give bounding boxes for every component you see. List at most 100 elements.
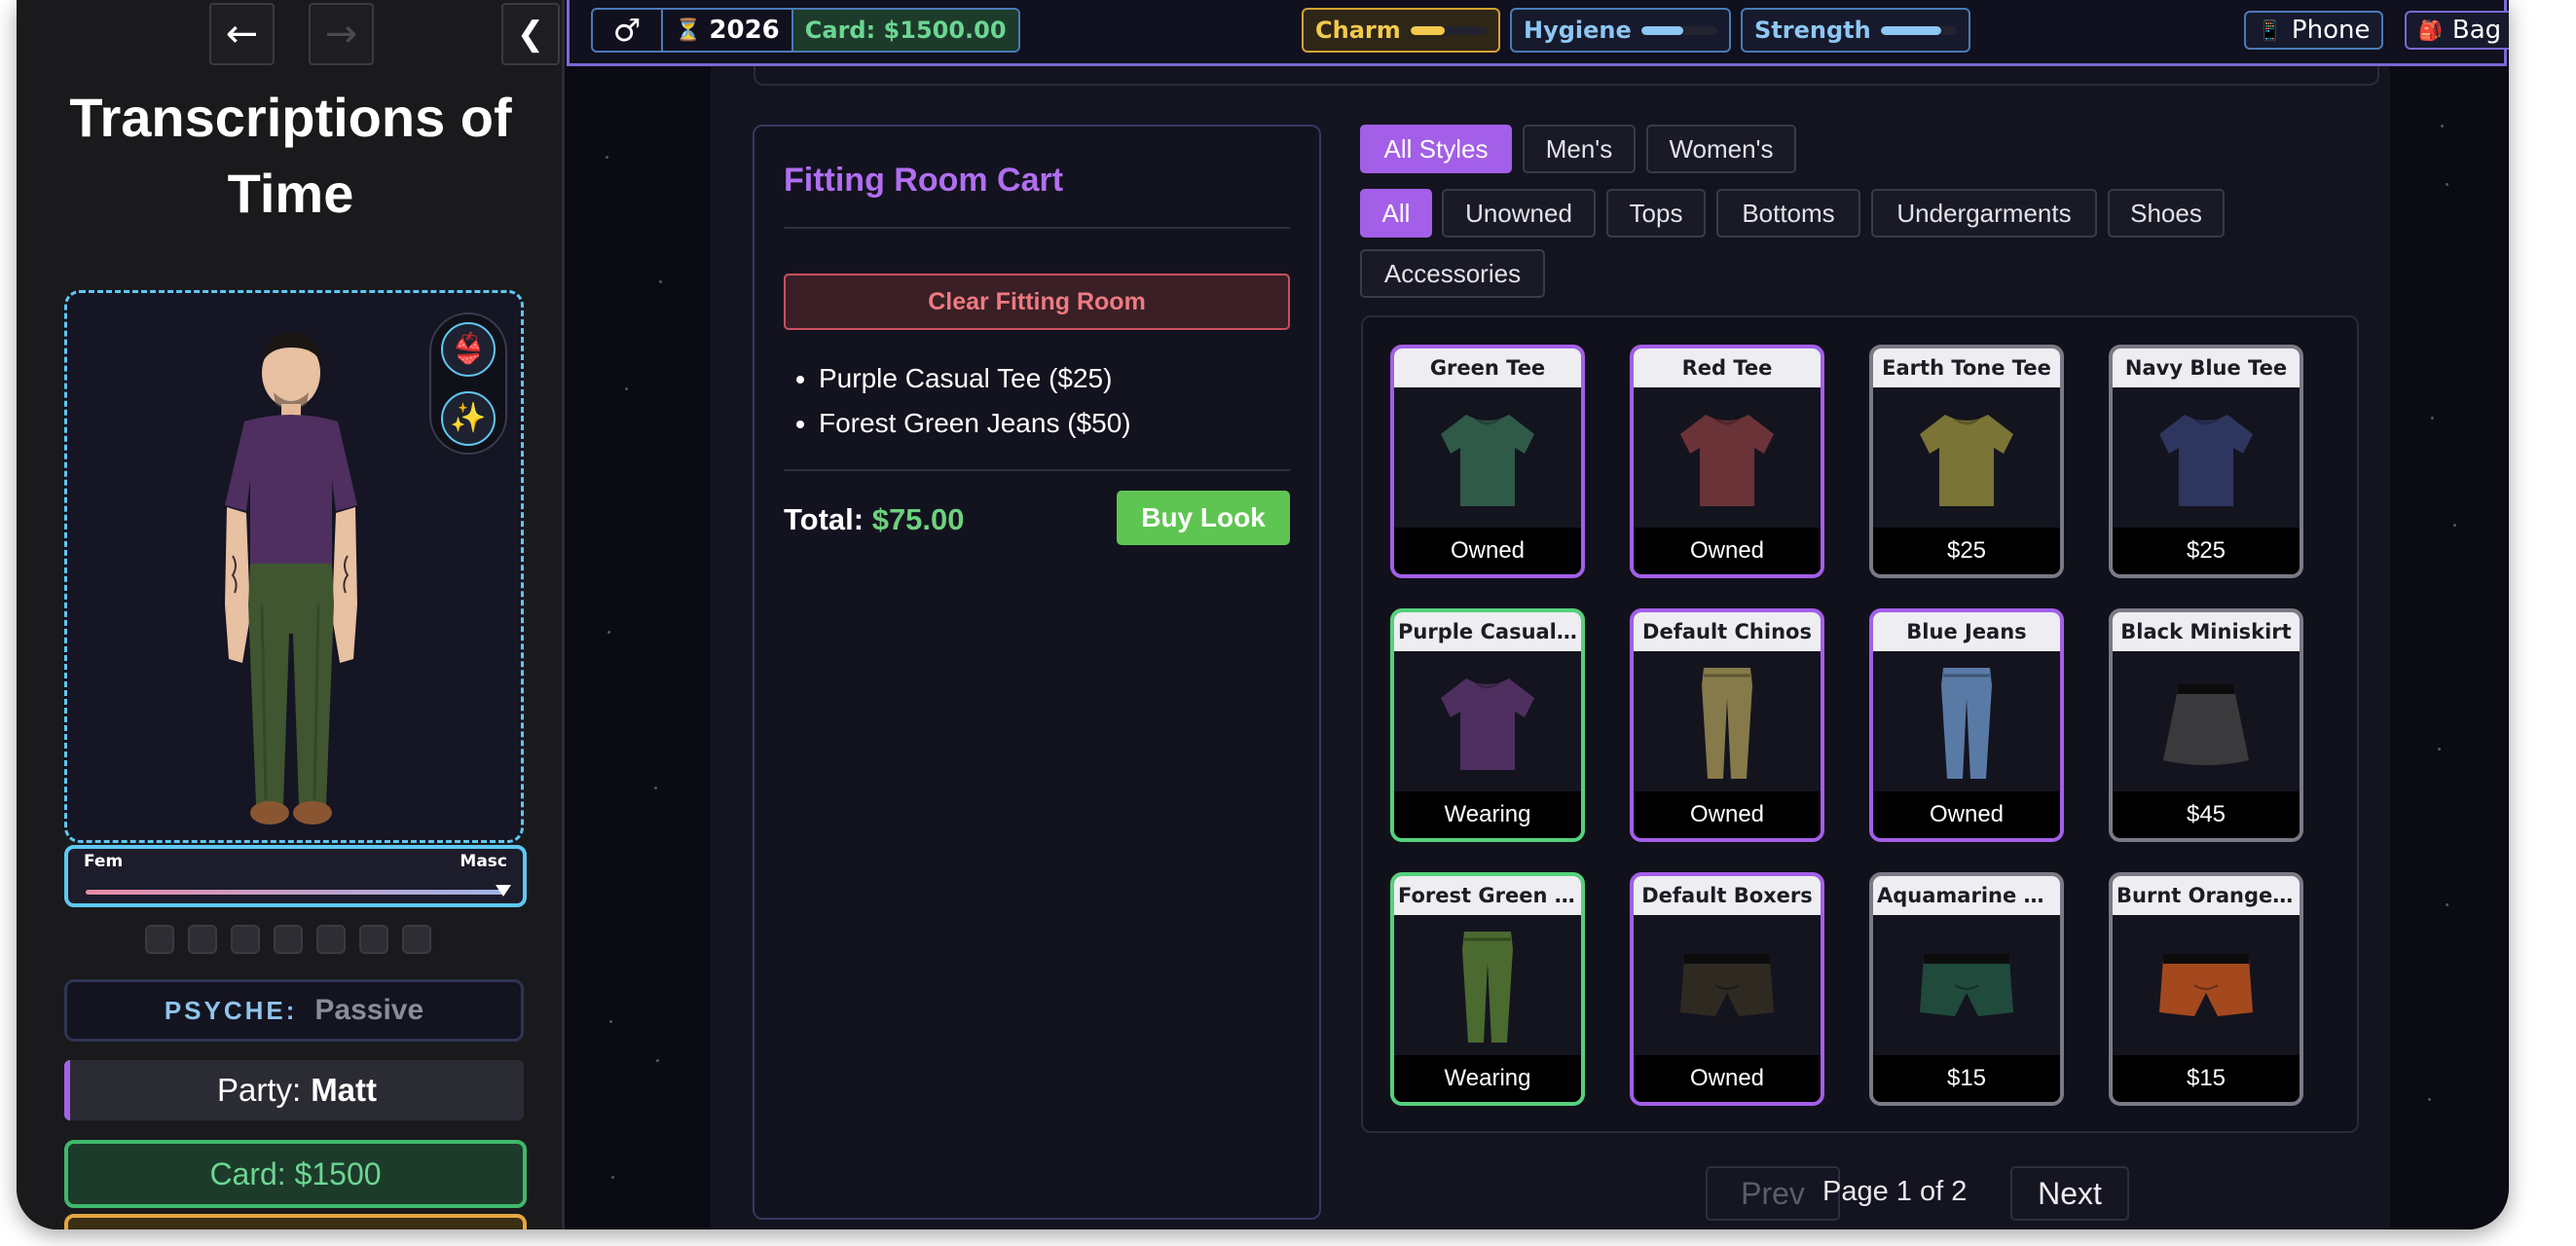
item-grid: Green Tee Owned Red Tee Owned Earth Tone Tee… xyxy=(1361,315,2359,1133)
bag-label: Bag xyxy=(2451,16,2502,45)
card-chip: Card: $1500.00 xyxy=(792,10,1018,51)
panel-top-strip xyxy=(754,66,2379,86)
chevron-left-icon: ❮ xyxy=(516,15,545,54)
party-value: Matt xyxy=(311,1072,378,1108)
filter-undergarments[interactable]: Undergarments xyxy=(1871,189,2097,238)
outfit-slot[interactable] xyxy=(402,925,431,954)
card-balance[interactable]: Card: $1500 xyxy=(64,1140,527,1208)
next-page-button[interactable]: Next xyxy=(2010,1166,2129,1221)
clear-fitting-room-button[interactable]: Clear Fitting Room xyxy=(784,274,1290,330)
filter-tops[interactable]: Tops xyxy=(1606,189,1706,238)
item-card-burnt-orange-boxers[interactable]: Burnt Orange Boxers $15 xyxy=(2109,872,2303,1106)
cart-items: Purple Casual Tee ($25) Forest Green Jea… xyxy=(819,356,1131,446)
forward-button[interactable]: → xyxy=(309,3,374,65)
cart-divider xyxy=(784,469,1290,471)
filter-unowned[interactable]: Unowned xyxy=(1442,189,1596,238)
outfit-slot[interactable] xyxy=(188,925,217,954)
psyche-status: PSYCHE: Passive xyxy=(64,979,524,1042)
item-card-navy-blue-tee[interactable]: Navy Blue Tee $25 xyxy=(2109,345,2303,578)
buy-look-button[interactable]: Buy Look xyxy=(1117,491,1290,545)
star xyxy=(2428,1098,2431,1101)
cart-item: Purple Casual Tee ($25) xyxy=(819,356,1131,401)
prev-page-button[interactable]: Prev xyxy=(1706,1166,1840,1221)
sidebar-next-card[interactable] xyxy=(64,1214,527,1229)
arrow-right-icon: → xyxy=(324,12,358,56)
outfit-slot[interactable] xyxy=(359,925,388,954)
charm-label: Charm xyxy=(1315,17,1401,44)
party-status[interactable]: Party: Matt xyxy=(64,1060,524,1120)
item-name: Forest Green Jeans xyxy=(1394,876,1581,915)
item-card-default-chinos[interactable]: Default Chinos Owned xyxy=(1630,608,1824,842)
game-title: Transcriptions of Time xyxy=(69,87,512,224)
item-card-purple-casual-tee[interactable]: Purple Casual Tee Wearing xyxy=(1390,608,1585,842)
item-card-blue-jeans[interactable]: Blue Jeans Owned xyxy=(1869,608,2064,842)
item-card-earth-tone-tee[interactable]: Earth Tone Tee $25 xyxy=(1869,345,2064,578)
year-chip: ⏳ 2026 xyxy=(663,10,793,51)
filter-all[interactable]: All xyxy=(1360,189,1432,238)
star xyxy=(2453,524,2456,527)
bag-button[interactable]: 🎒 Bag xyxy=(2405,11,2509,50)
item-image xyxy=(1634,651,1821,795)
item-card-red-tee[interactable]: Red Tee Owned xyxy=(1630,345,1824,578)
year-value: 2026 xyxy=(709,16,780,45)
cart-total: Total: $75.00 xyxy=(784,502,965,537)
star xyxy=(659,280,662,283)
strength-bar-fill xyxy=(1880,25,1942,35)
lingerie-toggle-button[interactable]: 👙 xyxy=(441,321,496,377)
star xyxy=(2446,183,2448,186)
item-card-black-miniskirt[interactable]: Black Miniskirt $45 xyxy=(2109,608,2303,842)
star xyxy=(656,1059,659,1062)
outfit-slot[interactable] xyxy=(316,925,346,954)
item-image xyxy=(1394,651,1581,795)
item-card-default-boxers[interactable]: Default Boxers Owned xyxy=(1630,872,1824,1106)
item-card-aquamarine-boxers[interactable]: Aquamarine Boxers $15 xyxy=(1869,872,2064,1106)
charm-bar xyxy=(1410,25,1487,35)
outfit-slot[interactable] xyxy=(231,925,260,954)
gender-slider-left-label: Fem xyxy=(84,852,124,871)
gender-slider[interactable]: Fem Masc xyxy=(64,845,527,907)
outfit-slot[interactable] xyxy=(145,925,174,954)
item-image xyxy=(2113,651,2300,795)
filter-all-styles[interactable]: All Styles xyxy=(1360,125,1512,173)
back-button[interactable]: ← xyxy=(209,3,275,65)
star xyxy=(654,787,657,789)
item-status: $15 xyxy=(2113,1055,2300,1102)
effects-toggle-button[interactable]: ✨ xyxy=(441,390,496,446)
item-name: Green Tee xyxy=(1394,348,1581,387)
wardrobe-panel: Fitting Room Cart Clear Fitting Room Pur… xyxy=(711,66,2390,1229)
strength-stat[interactable]: Strength xyxy=(1741,8,1970,53)
hygiene-bar xyxy=(1640,25,1717,35)
filter-shoes[interactable]: Shoes xyxy=(2108,189,2225,238)
item-image xyxy=(2113,387,2300,531)
outfit-slot[interactable] xyxy=(274,925,303,954)
item-image xyxy=(1634,387,1821,531)
collapse-sidebar-button[interactable]: ❮ xyxy=(501,3,560,65)
item-name: Burnt Orange Boxers xyxy=(2113,876,2300,915)
avatar-tools: 👙 ✨ xyxy=(429,312,507,455)
item-name: Default Boxers xyxy=(1634,876,1821,915)
filter-mens[interactable]: Men's xyxy=(1523,125,1636,173)
charm-bar-fill xyxy=(1410,25,1445,35)
item-image xyxy=(1634,915,1821,1059)
gender-slider-thumb[interactable] xyxy=(496,885,511,897)
item-card-green-tee[interactable]: Green Tee Owned xyxy=(1390,345,1585,578)
star xyxy=(606,156,608,159)
phone-icon: 📱 xyxy=(2258,18,2282,42)
phone-button[interactable]: 📱 Phone xyxy=(2244,11,2384,50)
item-name: Aquamarine Boxers xyxy=(1873,876,2060,915)
gender-slider-track xyxy=(86,890,505,895)
charm-stat[interactable]: Charm xyxy=(1302,8,1500,53)
item-name: Navy Blue Tee xyxy=(2113,348,2300,387)
item-card-forest-green-jeans[interactable]: Forest Green Jeans Wearing xyxy=(1390,872,1585,1106)
item-status: Owned xyxy=(1634,1055,1821,1102)
filter-bottoms[interactable]: Bottoms xyxy=(1716,189,1860,238)
item-name: Default Chinos xyxy=(1634,612,1821,651)
filter-womens[interactable]: Women's xyxy=(1646,125,1796,173)
star xyxy=(2438,748,2441,751)
item-image xyxy=(1394,387,1581,531)
item-image xyxy=(1873,387,2060,531)
item-image xyxy=(1873,915,2060,1059)
filter-accessories[interactable]: Accessories xyxy=(1360,249,1545,298)
hygiene-stat[interactable]: Hygiene xyxy=(1510,8,1731,53)
game-window: ← → ❮ Transcriptions of Time 👙 ✨ Fem Mas… xyxy=(17,0,2509,1229)
